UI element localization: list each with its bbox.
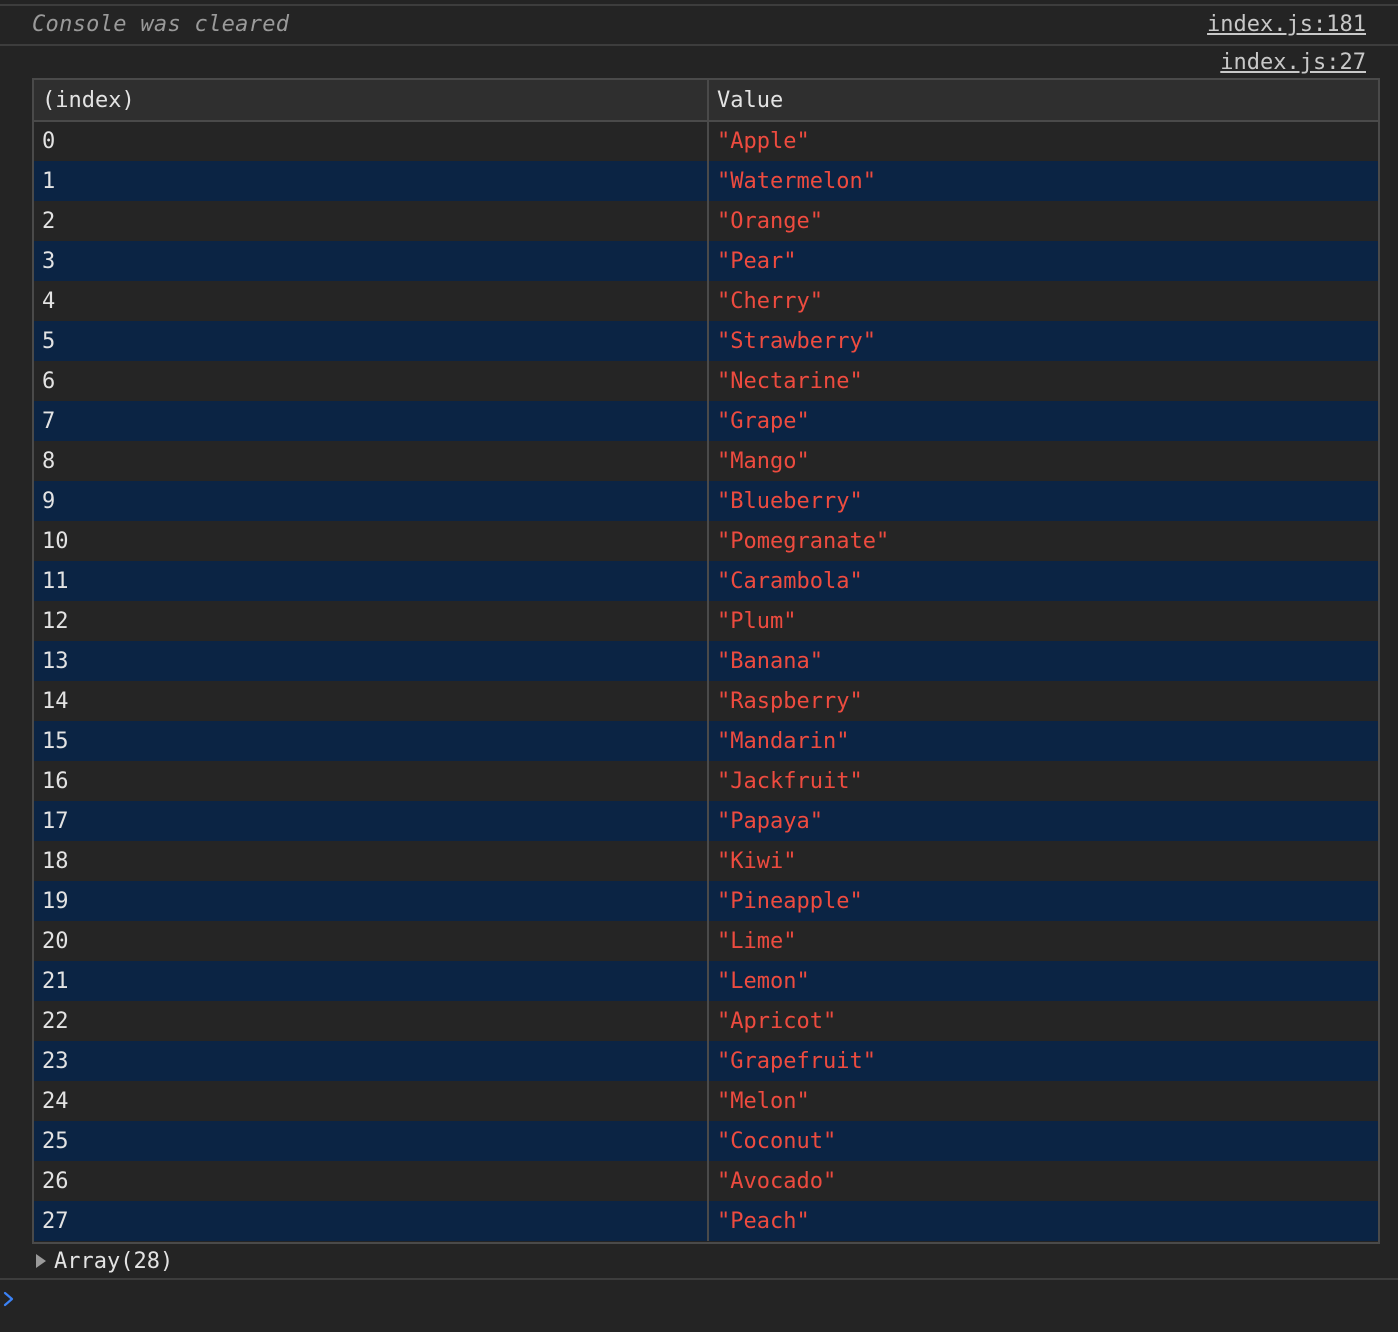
row-value-cell: "Kiwi"	[717, 848, 797, 874]
table-row: 24 "Melon"	[34, 1081, 1378, 1121]
row-value-cell: "Blueberry"	[717, 488, 863, 514]
row-value-cell: "Carambola"	[717, 568, 863, 594]
console-prompt-chevron-icon	[3, 1291, 14, 1307]
row-value-cell: "Nectarine"	[717, 368, 863, 394]
row-index-cell: 11	[34, 561, 709, 601]
table-row: 4 "Cherry"	[34, 281, 1378, 321]
array-summary-label: Array(28)	[54, 1248, 174, 1274]
table-row: 10 "Pomegranate"	[34, 521, 1378, 561]
console-prompt[interactable]	[0, 1280, 1398, 1332]
row-value-cell: "Grapefruit"	[717, 1048, 876, 1074]
row-value-cell: "Mango"	[717, 448, 810, 474]
table-row: 16 "Jackfruit"	[34, 761, 1378, 801]
row-index-cell: 20	[34, 921, 709, 961]
row-value-cell: "Grape"	[717, 408, 810, 434]
table-row: 18 "Kiwi"	[34, 841, 1378, 881]
table-row: 25 "Coconut"	[34, 1121, 1378, 1161]
row-value-cell: "Coconut"	[717, 1128, 837, 1154]
row-value-cell: "Jackfruit"	[717, 768, 863, 794]
table-row: 12 "Plum"	[34, 601, 1378, 641]
table-row: 20 "Lime"	[34, 921, 1378, 961]
row-index-cell: 19	[34, 881, 709, 921]
table-row: 7 "Grape"	[34, 401, 1378, 441]
table-row: 22 "Apricot"	[34, 1001, 1378, 1041]
row-index-cell: 17	[34, 801, 709, 841]
row-index-cell: 12	[34, 601, 709, 641]
table-row: 15 "Mandarin"	[34, 721, 1378, 761]
row-index-cell: 2	[34, 201, 709, 241]
row-value-cell: "Watermelon"	[717, 168, 876, 194]
row-index-cell: 5	[34, 321, 709, 361]
row-value-cell: "Plum"	[717, 608, 797, 634]
table-row: 27 "Peach"	[34, 1201, 1378, 1241]
row-value-cell: "Papaya"	[717, 808, 823, 834]
row-value-cell: "Mandarin"	[717, 728, 850, 754]
table-row: 11 "Carambola"	[34, 561, 1378, 601]
table-row: 8 "Mango"	[34, 441, 1378, 481]
source-link-index-27[interactable]: index.js:27	[1220, 50, 1366, 75]
table-row: 1 "Watermelon"	[34, 161, 1378, 201]
source-link-index-181[interactable]: index.js:181	[1207, 12, 1366, 37]
row-value-cell: "Pomegranate"	[717, 528, 890, 554]
row-index-cell: 22	[34, 1001, 709, 1041]
row-value-cell: "Lime"	[717, 928, 797, 954]
console-cleared-text: Console was cleared	[32, 12, 290, 37]
table-row: 0 "Apple"	[34, 121, 1378, 161]
row-value-cell: "Cherry"	[717, 288, 823, 314]
row-index-cell: 4	[34, 281, 709, 321]
row-value-cell: "Peach"	[717, 1208, 810, 1234]
table-row: 26 "Avocado"	[34, 1161, 1378, 1201]
row-value-cell: "Orange"	[717, 208, 823, 234]
column-header-value[interactable]: Value	[708, 80, 1378, 122]
row-value-cell: "Pear"	[717, 248, 797, 274]
row-index-cell: 16	[34, 761, 709, 801]
row-index-cell: 21	[34, 961, 709, 1001]
row-index-cell: 23	[34, 1041, 709, 1081]
table-row: 5 "Strawberry"	[34, 321, 1378, 361]
table-row: 19 "Pineapple"	[34, 881, 1378, 921]
column-header-index[interactable]: (index)	[34, 80, 709, 122]
row-index-cell: 24	[34, 1081, 709, 1121]
console-cleared-message-row: Console was cleared index.js:181	[0, 6, 1398, 46]
row-value-cell: "Apple"	[717, 129, 810, 154]
row-index-cell: 27	[34, 1201, 709, 1241]
row-index-cell: 3	[34, 241, 709, 281]
row-index-cell: 26	[34, 1161, 709, 1201]
row-index-cell: 8	[34, 441, 709, 481]
row-index-cell: 1	[34, 161, 709, 201]
expand-triangle-icon[interactable]	[36, 1254, 46, 1268]
row-value-cell: "Melon"	[717, 1088, 810, 1114]
row-index-cell: 10	[34, 521, 709, 561]
row-value-cell: "Apricot"	[717, 1008, 837, 1034]
row-index-cell: 0	[34, 121, 709, 161]
console-table: (index) Value 0 "Apple" 1 "Watermelon" 2 "Ora…	[32, 78, 1380, 1244]
table-row: 13 "Banana"	[34, 641, 1378, 681]
row-index-cell: 7	[34, 401, 709, 441]
row-index-cell: 9	[34, 481, 709, 521]
row-index-cell: 13	[34, 641, 709, 681]
table-row: 23 "Grapefruit"	[34, 1041, 1378, 1081]
row-index-cell: 6	[34, 361, 709, 401]
array-summary-toggle[interactable]: Array(28)	[32, 1244, 173, 1278]
table-header-row: (index) Value	[34, 80, 1378, 122]
table-row: 9 "Blueberry"	[34, 481, 1378, 521]
table-row: 6 "Nectarine"	[34, 361, 1378, 401]
row-index-cell: 14	[34, 681, 709, 721]
row-value-cell: "Avocado"	[717, 1168, 837, 1194]
row-value-cell: "Pineapple"	[717, 888, 863, 914]
row-index-cell: 18	[34, 841, 709, 881]
table-row: 14 "Raspberry"	[34, 681, 1378, 721]
row-value-cell: "Strawberry"	[717, 328, 876, 354]
row-index-cell: 25	[34, 1121, 709, 1161]
table-row: 17 "Papaya"	[34, 801, 1378, 841]
table-row: 21 "Lemon"	[34, 961, 1378, 1001]
table-row: 2 "Orange"	[34, 201, 1378, 241]
table-body: 0 "Apple" 1 "Watermelon" 2 "Orange" 3 "Pear" 4 "C…	[34, 121, 1378, 1241]
row-value-cell: "Banana"	[717, 648, 823, 674]
row-value-cell: "Raspberry"	[717, 688, 863, 714]
row-value-cell: "Lemon"	[717, 968, 810, 994]
table-row: 3 "Pear"	[34, 241, 1378, 281]
row-index-cell: 15	[34, 721, 709, 761]
